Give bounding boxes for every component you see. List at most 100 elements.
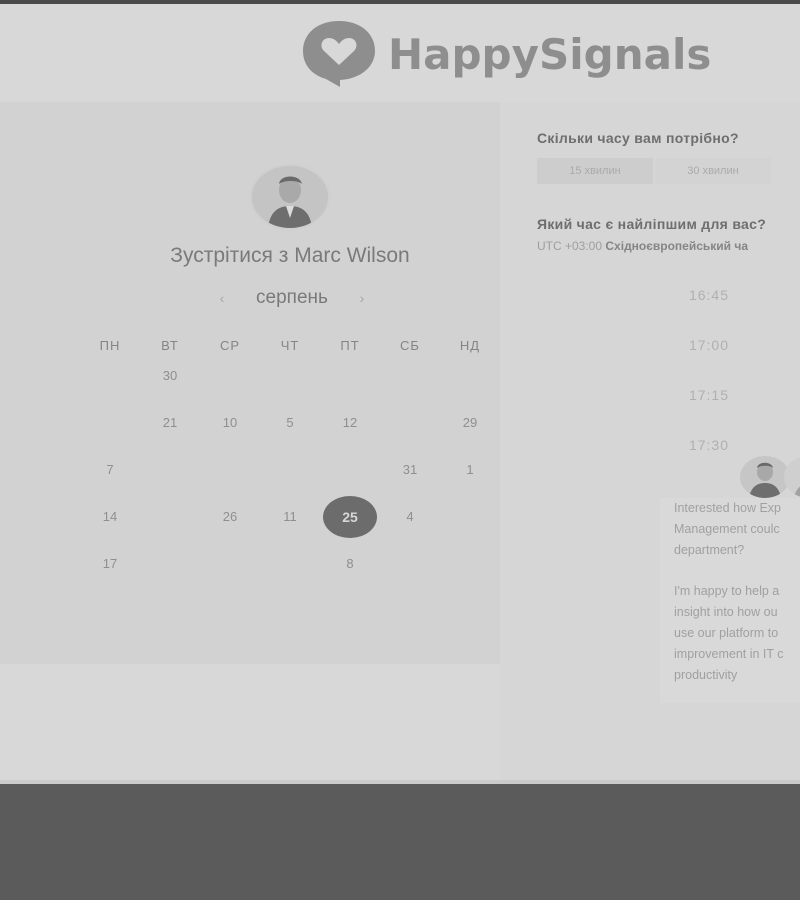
day-number: 17 [102, 556, 118, 571]
calendar-day[interactable]: 31 [380, 446, 440, 493]
month-navigator: ‹ серпень › [212, 286, 372, 310]
calendar-day[interactable]: 7 [80, 446, 140, 493]
calendar-day[interactable]: 17 [80, 540, 140, 587]
brand-name: HappySignals [388, 29, 712, 79]
weekday-label: ВТ [161, 338, 179, 353]
weekday-label: СР [219, 338, 241, 353]
calendar-day[interactable]: 1 [440, 446, 500, 493]
person-photo-icon [794, 486, 800, 498]
duration-option-15[interactable]: 15 хвилин [537, 158, 653, 184]
happysignals-logo: HappySignals [300, 18, 711, 90]
day-number: 5 [286, 415, 294, 430]
weekday-label: ПТ [340, 338, 360, 353]
calendar-day[interactable]: 5 [260, 399, 320, 446]
month-name: серпень [256, 287, 328, 308]
duration-option-30[interactable]: 30 хвилин [655, 158, 771, 184]
calendar-day [140, 540, 200, 587]
day-number: 21 [162, 415, 178, 430]
calendar-day [80, 399, 140, 446]
calendar-day [140, 493, 200, 540]
host-avatar [250, 164, 330, 230]
calendar-day [380, 399, 440, 446]
chat-message: I'm happy to help a insight into how ou … [674, 584, 784, 682]
weekday-label: НД [459, 338, 481, 353]
calendar-day [260, 540, 320, 587]
calendar-day[interactable]: 26 [200, 493, 260, 540]
chevron-right-icon[interactable]: › [352, 290, 372, 306]
calendar-day [140, 446, 200, 493]
selected-day[interactable]: 25 [320, 493, 380, 540]
day-number: 4 [406, 509, 414, 524]
chat-avatars [740, 456, 800, 498]
calendar-day[interactable]: 21 [140, 399, 200, 446]
day-number: 31 [402, 462, 418, 477]
calendar-day [380, 352, 440, 399]
calendar-day[interactable]: 4 [380, 493, 440, 540]
calendar-day[interactable]: 8 [320, 540, 380, 587]
day-number: 10 [222, 415, 238, 430]
day-number: 12 [342, 415, 358, 430]
calendar-panel: Зустрітися з Marc Wilson ‹ серпень › ПН … [0, 102, 500, 664]
chat-avatar [740, 456, 790, 498]
calendar-day[interactable]: 10 [200, 399, 260, 446]
calendar-day [80, 352, 140, 399]
duration-options: 15 хвилин 30 хвилин [537, 158, 771, 184]
calendar-day [320, 352, 380, 399]
heart-chat-logo-icon [303, 21, 375, 87]
chat-message: Interested how Exp Management coulc depa… [674, 501, 782, 557]
calendar-day [440, 493, 500, 540]
time-slot[interactable]: 16:45 [670, 270, 748, 320]
calendar-day [260, 352, 320, 399]
time-slot[interactable]: 17:00 [670, 320, 748, 370]
day-number: 25 [323, 495, 377, 538]
weekday-header: ПН ВТ СР ЧТ ПТ СБ НД [80, 338, 500, 353]
calendar-day [200, 446, 260, 493]
calendar-day [320, 446, 380, 493]
calendar-day[interactable]: 30 [140, 352, 200, 399]
calendar-week: 21 10 5 12 29 [80, 399, 500, 446]
calendar-day [200, 352, 260, 399]
calendar-week: 7 31 1 [80, 446, 500, 493]
weekday-label: ПН [99, 338, 121, 353]
time-slots: 16:45 17:00 17:15 17:30 [670, 270, 748, 470]
chat-bubble[interactable]: Interested how Exp Management coulc depa… [660, 498, 800, 703]
timezone-selector[interactable]: UTC +03:00 Східноєвропейський ча [537, 239, 748, 253]
calendar-week: 30 [80, 352, 500, 399]
scheduler-page: HappySignals Зустрітися з Marc Wilson ‹ … [0, 4, 800, 784]
person-photo-icon [749, 462, 781, 498]
day-number: 26 [222, 509, 238, 524]
calendar-week: 14 26 11 25 4 [80, 493, 500, 540]
calendar-day [380, 540, 440, 587]
timezone-name: Східноєвропейський ча [605, 239, 749, 253]
calendar-day [440, 540, 500, 587]
host-title: Зустрітися з Marc Wilson [170, 244, 410, 267]
person-photo-icon [252, 166, 328, 228]
calendar-day [440, 352, 500, 399]
calendar-day [200, 540, 260, 587]
day-number: 14 [102, 509, 118, 524]
day-number: 1 [466, 462, 474, 477]
weekday-label: ЧТ [280, 338, 300, 353]
weekday-label: СБ [400, 338, 420, 353]
calendar-day[interactable]: 14 [80, 493, 140, 540]
day-number: 29 [462, 415, 478, 430]
booking-panel: Скільки часу вам потрібно? 15 хвилин 30 … [500, 102, 800, 784]
day-number: 30 [162, 368, 178, 383]
day-number: 8 [346, 556, 354, 571]
duration-question: Скільки часу вам потрібно? [537, 130, 739, 146]
chat-avatar [784, 456, 800, 498]
day-number: 11 [283, 509, 297, 524]
chevron-left-icon[interactable]: ‹ [212, 290, 232, 306]
calendar-day[interactable]: 29 [440, 399, 500, 446]
page-edge [0, 780, 800, 784]
calendar-day [260, 446, 320, 493]
day-number: 7 [106, 462, 114, 477]
calendar-grid: 30 21 10 5 12 29 7 31 1 14 26 11 25 4 17 8 [80, 352, 500, 587]
calendar-day[interactable]: 11 [260, 493, 320, 540]
time-slot[interactable]: 17:15 [670, 370, 748, 420]
time-question: Який час є найліпшим для вас? [537, 216, 767, 232]
calendar-week: 17 8 [80, 540, 500, 587]
time-slot[interactable]: 17:30 [670, 420, 748, 470]
timezone-offset: UTC +03:00 [537, 239, 603, 253]
calendar-day[interactable]: 12 [320, 399, 380, 446]
